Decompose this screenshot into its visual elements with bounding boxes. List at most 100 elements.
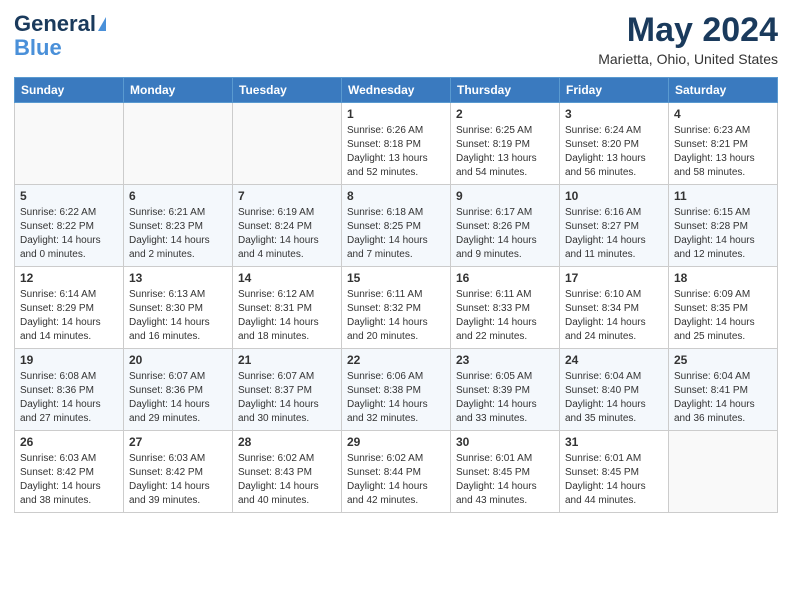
day-number: 9 (456, 189, 554, 203)
day-cell: 31 Sunrise: 6:01 AMSunset: 8:45 PMDaylig… (560, 431, 669, 513)
day-info: Sunrise: 6:09 AMSunset: 8:35 PMDaylight:… (674, 288, 772, 344)
day-number: 20 (129, 353, 227, 367)
day-info: Sunrise: 6:02 AMSunset: 8:43 PMDaylight:… (238, 452, 336, 508)
day-cell: 9 Sunrise: 6:17 AMSunset: 8:26 PMDayligh… (451, 185, 560, 267)
day-info: Sunrise: 6:10 AMSunset: 8:34 PMDaylight:… (565, 288, 663, 344)
day-info: Sunrise: 6:23 AMSunset: 8:21 PMDaylight:… (674, 124, 772, 180)
logo-text-blue: Blue (14, 36, 62, 60)
day-info: Sunrise: 6:07 AMSunset: 8:37 PMDaylight:… (238, 370, 336, 426)
day-number: 14 (238, 271, 336, 285)
day-number: 7 (238, 189, 336, 203)
day-number: 4 (674, 107, 772, 121)
day-info: Sunrise: 6:12 AMSunset: 8:31 PMDaylight:… (238, 288, 336, 344)
day-cell: 10 Sunrise: 6:16 AMSunset: 8:27 PMDaylig… (560, 185, 669, 267)
title-block: May 2024 Marietta, Ohio, United States (598, 12, 778, 67)
calendar-table: Sunday Monday Tuesday Wednesday Thursday… (14, 77, 778, 513)
day-number: 23 (456, 353, 554, 367)
day-number: 8 (347, 189, 445, 203)
week-row-4: 19 Sunrise: 6:08 AMSunset: 8:36 PMDaylig… (15, 349, 778, 431)
day-number: 2 (456, 107, 554, 121)
day-cell: 15 Sunrise: 6:11 AMSunset: 8:32 PMDaylig… (342, 267, 451, 349)
day-info: Sunrise: 6:01 AMSunset: 8:45 PMDaylight:… (456, 452, 554, 508)
day-number: 3 (565, 107, 663, 121)
day-cell: 4 Sunrise: 6:23 AMSunset: 8:21 PMDayligh… (669, 103, 778, 185)
day-info: Sunrise: 6:03 AMSunset: 8:42 PMDaylight:… (20, 452, 118, 508)
day-cell: 13 Sunrise: 6:13 AMSunset: 8:30 PMDaylig… (124, 267, 233, 349)
day-cell: 7 Sunrise: 6:19 AMSunset: 8:24 PMDayligh… (233, 185, 342, 267)
week-row-5: 26 Sunrise: 6:03 AMSunset: 8:42 PMDaylig… (15, 431, 778, 513)
day-info: Sunrise: 6:06 AMSunset: 8:38 PMDaylight:… (347, 370, 445, 426)
day-cell: 5 Sunrise: 6:22 AMSunset: 8:22 PMDayligh… (15, 185, 124, 267)
day-cell: 25 Sunrise: 6:04 AMSunset: 8:41 PMDaylig… (669, 349, 778, 431)
calendar-container: General Blue May 2024 Marietta, Ohio, Un… (0, 0, 792, 527)
day-info: Sunrise: 6:04 AMSunset: 8:40 PMDaylight:… (565, 370, 663, 426)
day-number: 15 (347, 271, 445, 285)
week-row-3: 12 Sunrise: 6:14 AMSunset: 8:29 PMDaylig… (15, 267, 778, 349)
day-info: Sunrise: 6:17 AMSunset: 8:26 PMDaylight:… (456, 206, 554, 262)
col-wednesday: Wednesday (342, 78, 451, 103)
day-info: Sunrise: 6:02 AMSunset: 8:44 PMDaylight:… (347, 452, 445, 508)
logo-triangle-icon (98, 17, 106, 31)
day-cell: 16 Sunrise: 6:11 AMSunset: 8:33 PMDaylig… (451, 267, 560, 349)
day-info: Sunrise: 6:07 AMSunset: 8:36 PMDaylight:… (129, 370, 227, 426)
day-info: Sunrise: 6:26 AMSunset: 8:18 PMDaylight:… (347, 124, 445, 180)
day-cell: 3 Sunrise: 6:24 AMSunset: 8:20 PMDayligh… (560, 103, 669, 185)
day-number: 16 (456, 271, 554, 285)
day-cell: 21 Sunrise: 6:07 AMSunset: 8:37 PMDaylig… (233, 349, 342, 431)
day-number: 28 (238, 435, 336, 449)
day-cell (124, 103, 233, 185)
day-cell: 29 Sunrise: 6:02 AMSunset: 8:44 PMDaylig… (342, 431, 451, 513)
day-info: Sunrise: 6:11 AMSunset: 8:33 PMDaylight:… (456, 288, 554, 344)
day-number: 17 (565, 271, 663, 285)
day-info: Sunrise: 6:05 AMSunset: 8:39 PMDaylight:… (456, 370, 554, 426)
day-info: Sunrise: 6:19 AMSunset: 8:24 PMDaylight:… (238, 206, 336, 262)
day-cell: 22 Sunrise: 6:06 AMSunset: 8:38 PMDaylig… (342, 349, 451, 431)
day-number: 18 (674, 271, 772, 285)
header: General Blue May 2024 Marietta, Ohio, Un… (14, 12, 778, 67)
day-cell: 18 Sunrise: 6:09 AMSunset: 8:35 PMDaylig… (669, 267, 778, 349)
logo: General Blue (14, 12, 106, 60)
day-number: 1 (347, 107, 445, 121)
day-number: 22 (347, 353, 445, 367)
day-cell: 26 Sunrise: 6:03 AMSunset: 8:42 PMDaylig… (15, 431, 124, 513)
day-info: Sunrise: 6:21 AMSunset: 8:23 PMDaylight:… (129, 206, 227, 262)
day-info: Sunrise: 6:22 AMSunset: 8:22 PMDaylight:… (20, 206, 118, 262)
day-number: 29 (347, 435, 445, 449)
header-row: Sunday Monday Tuesday Wednesday Thursday… (15, 78, 778, 103)
day-cell (669, 431, 778, 513)
day-number: 26 (20, 435, 118, 449)
day-cell: 19 Sunrise: 6:08 AMSunset: 8:36 PMDaylig… (15, 349, 124, 431)
day-cell: 20 Sunrise: 6:07 AMSunset: 8:36 PMDaylig… (124, 349, 233, 431)
day-number: 5 (20, 189, 118, 203)
day-number: 13 (129, 271, 227, 285)
day-cell: 28 Sunrise: 6:02 AMSunset: 8:43 PMDaylig… (233, 431, 342, 513)
day-cell: 8 Sunrise: 6:18 AMSunset: 8:25 PMDayligh… (342, 185, 451, 267)
day-info: Sunrise: 6:14 AMSunset: 8:29 PMDaylight:… (20, 288, 118, 344)
col-saturday: Saturday (669, 78, 778, 103)
day-cell (233, 103, 342, 185)
day-info: Sunrise: 6:04 AMSunset: 8:41 PMDaylight:… (674, 370, 772, 426)
col-sunday: Sunday (15, 78, 124, 103)
day-cell: 2 Sunrise: 6:25 AMSunset: 8:19 PMDayligh… (451, 103, 560, 185)
day-info: Sunrise: 6:03 AMSunset: 8:42 PMDaylight:… (129, 452, 227, 508)
day-cell: 30 Sunrise: 6:01 AMSunset: 8:45 PMDaylig… (451, 431, 560, 513)
day-number: 12 (20, 271, 118, 285)
location: Marietta, Ohio, United States (598, 51, 778, 67)
day-info: Sunrise: 6:24 AMSunset: 8:20 PMDaylight:… (565, 124, 663, 180)
day-number: 24 (565, 353, 663, 367)
day-cell: 24 Sunrise: 6:04 AMSunset: 8:40 PMDaylig… (560, 349, 669, 431)
day-number: 21 (238, 353, 336, 367)
day-info: Sunrise: 6:11 AMSunset: 8:32 PMDaylight:… (347, 288, 445, 344)
col-tuesday: Tuesday (233, 78, 342, 103)
day-cell: 12 Sunrise: 6:14 AMSunset: 8:29 PMDaylig… (15, 267, 124, 349)
day-info: Sunrise: 6:18 AMSunset: 8:25 PMDaylight:… (347, 206, 445, 262)
day-cell: 1 Sunrise: 6:26 AMSunset: 8:18 PMDayligh… (342, 103, 451, 185)
day-number: 27 (129, 435, 227, 449)
day-cell: 17 Sunrise: 6:10 AMSunset: 8:34 PMDaylig… (560, 267, 669, 349)
day-number: 11 (674, 189, 772, 203)
day-number: 10 (565, 189, 663, 203)
day-cell (15, 103, 124, 185)
day-number: 6 (129, 189, 227, 203)
day-cell: 27 Sunrise: 6:03 AMSunset: 8:42 PMDaylig… (124, 431, 233, 513)
day-info: Sunrise: 6:25 AMSunset: 8:19 PMDaylight:… (456, 124, 554, 180)
